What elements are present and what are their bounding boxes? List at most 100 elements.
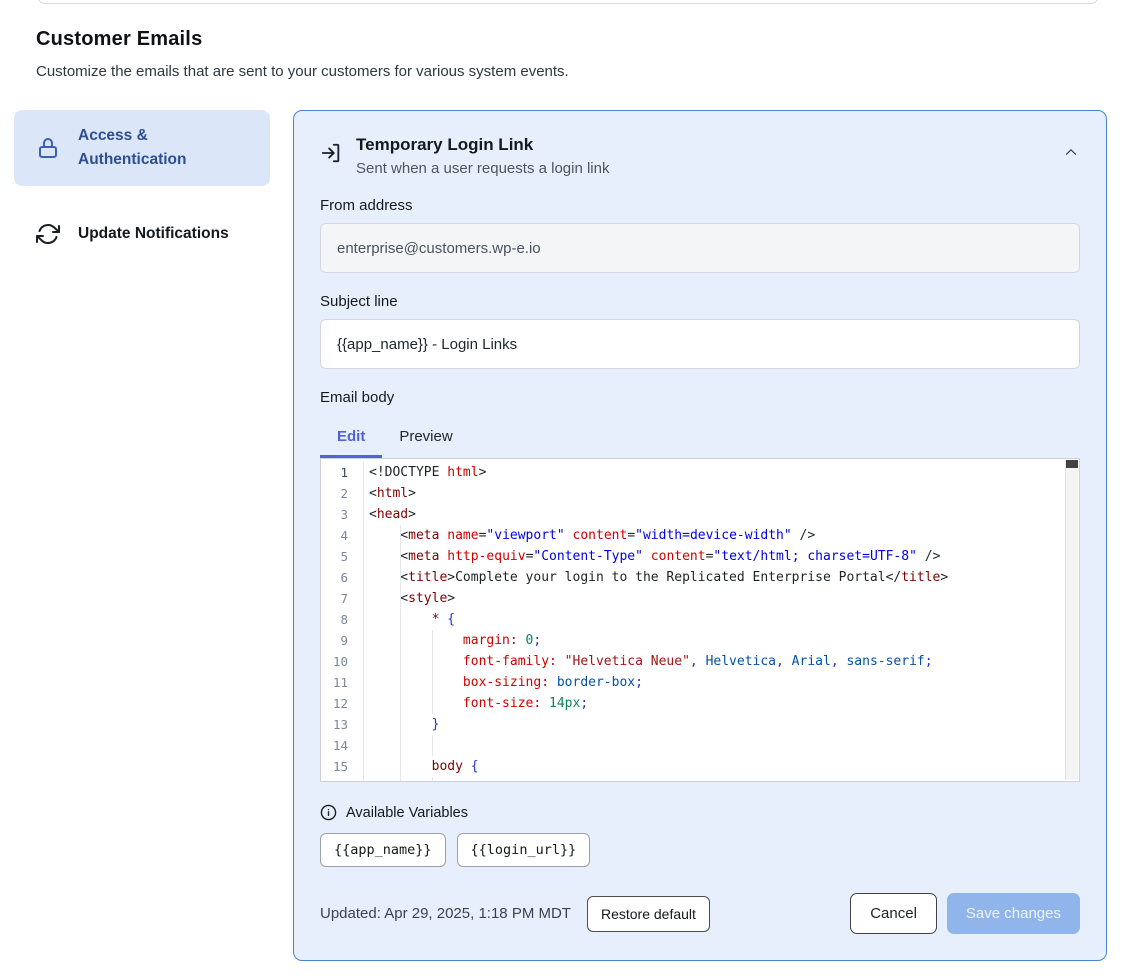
- variable-chips: {{app_name}} {{login_url}}: [320, 833, 1080, 867]
- line-number: 9: [321, 630, 348, 651]
- cancel-button[interactable]: Cancel: [850, 893, 937, 934]
- code-line[interactable]: 8 * {: [321, 609, 1079, 630]
- variable-chip[interactable]: {{app_name}}: [320, 833, 446, 867]
- code-line[interactable]: 10 font-family: "Helvetica Neue", Helvet…: [321, 651, 1079, 672]
- refresh-icon: [36, 222, 60, 246]
- page-header: Customer Emails Customize the emails tha…: [36, 28, 936, 80]
- line-number: 3: [321, 504, 348, 525]
- code-text: * {: [363, 609, 1079, 630]
- line-number: 6: [321, 567, 348, 588]
- line-number: 2: [321, 483, 348, 504]
- subject-line-field[interactable]: [320, 319, 1080, 369]
- card-header-text: Temporary Login Link Sent when a user re…: [356, 135, 609, 177]
- indent-guide: [400, 777, 401, 782]
- code-text: <title>Complete your login to the Replic…: [363, 567, 1079, 588]
- page-title: Customer Emails: [36, 28, 936, 51]
- code-line[interactable]: 6 <title>Complete your login to the Repl…: [321, 567, 1079, 588]
- indent-guide: [400, 714, 401, 735]
- code-text: font-family: "Helvetica Neue", Helvetica…: [363, 651, 1079, 672]
- indent-guide: [432, 672, 433, 693]
- indent-guide: [400, 756, 401, 777]
- scrollbar-thumb[interactable]: [1066, 460, 1078, 468]
- email-body-tabs: Edit Preview: [320, 418, 1080, 458]
- subject-line-label: Subject line: [320, 293, 1080, 310]
- indent-guide: [432, 651, 433, 672]
- line-number: 10: [321, 651, 348, 672]
- indent-guide: [432, 630, 433, 651]
- code-text: <meta name="viewport" content="width=dev…: [363, 525, 1079, 546]
- code-line[interactable]: 3 <head>: [321, 504, 1079, 525]
- indent-guide: [432, 735, 433, 756]
- card-header: Temporary Login Link Sent when a user re…: [320, 135, 1080, 177]
- tab-edit[interactable]: Edit: [320, 418, 382, 458]
- code-line[interactable]: 9 margin: 0;: [321, 630, 1079, 651]
- code-text: <style>: [363, 588, 1079, 609]
- indent-guide: [432, 777, 433, 782]
- code-text: box-sizing: border-box;: [363, 672, 1079, 693]
- code-line[interactable]: 5 <meta http-equiv="Content-Type" conten…: [321, 546, 1079, 567]
- sidebar-item-label: Update Notifications: [78, 222, 229, 246]
- info-icon: [320, 804, 337, 821]
- previous-card-bottom-edge: [36, 0, 1100, 4]
- line-number: 16: [321, 777, 348, 782]
- indent-guide: [400, 546, 401, 567]
- code-text: <html>: [363, 483, 1079, 504]
- sidebar-item-label: Access & Authentication: [78, 124, 218, 172]
- code-line[interactable]: 14: [321, 735, 1079, 756]
- sidebar: Access & Authentication Update Notificat…: [14, 110, 270, 260]
- line-number: 11: [321, 672, 348, 693]
- code-line[interactable]: 11 box-sizing: border-box;: [321, 672, 1079, 693]
- line-number: 13: [321, 714, 348, 735]
- code-line[interactable]: 7 <style>: [321, 588, 1079, 609]
- code-line[interactable]: 2 <html>: [321, 483, 1079, 504]
- indent-guide: [400, 651, 401, 672]
- line-number: 8: [321, 609, 348, 630]
- code-line[interactable]: 1<!DOCTYPE html>: [321, 462, 1079, 483]
- sidebar-item-update-notifications[interactable]: Update Notifications: [14, 208, 270, 260]
- card-subtitle: Sent when a user requests a login link: [356, 160, 609, 177]
- from-address-label: From address: [320, 197, 1080, 214]
- save-changes-button[interactable]: Save changes: [947, 893, 1080, 934]
- code-line[interactable]: 16 background-color: #ffffff;: [321, 777, 1079, 782]
- code-line[interactable]: 4 <meta name="viewport" content="width=d…: [321, 525, 1079, 546]
- code-text: background-color: #ffffff;: [363, 777, 1079, 782]
- indent-guide: [400, 693, 401, 714]
- variable-chip[interactable]: {{login_url}}: [457, 833, 591, 867]
- lock-icon: [36, 136, 60, 160]
- indent-guide: [400, 609, 401, 630]
- indent-guide: [400, 735, 401, 756]
- restore-default-button[interactable]: Restore default: [587, 896, 710, 932]
- code-line[interactable]: 15 body {: [321, 756, 1079, 777]
- page-subtitle: Customize the emails that are sent to yo…: [36, 63, 936, 80]
- indent-guide: [400, 567, 401, 588]
- from-address-field[interactable]: [320, 223, 1080, 273]
- line-number: 15: [321, 756, 348, 777]
- code-line[interactable]: 12 font-size: 14px;: [321, 693, 1079, 714]
- code-text: margin: 0;: [363, 630, 1079, 651]
- indent-guide: [400, 525, 401, 546]
- indent-guide: [400, 630, 401, 651]
- indent-guide: [400, 672, 401, 693]
- code-text: <head>: [363, 504, 1079, 525]
- collapse-button[interactable]: [1062, 143, 1080, 161]
- code-line[interactable]: 13 }: [321, 714, 1079, 735]
- indent-guide: [400, 588, 401, 609]
- content-layout: Access & Authentication Update Notificat…: [14, 110, 1107, 961]
- sidebar-item-access-authentication[interactable]: Access & Authentication: [14, 110, 270, 186]
- code-editor[interactable]: 1<!DOCTYPE html>2 <html> 3 <head>4 <meta na…: [320, 458, 1080, 782]
- indent-guide: [432, 693, 433, 714]
- code-text: font-size: 14px;: [363, 693, 1079, 714]
- card-title: Temporary Login Link: [356, 135, 609, 155]
- line-number: 7: [321, 588, 348, 609]
- editor-scrollbar[interactable]: [1065, 460, 1078, 780]
- code-text: body {: [363, 756, 1079, 777]
- code-text: }: [363, 714, 1079, 735]
- line-number: 14: [321, 735, 348, 756]
- tab-preview[interactable]: Preview: [382, 418, 469, 458]
- available-variables-header: Available Variables: [320, 804, 1080, 821]
- code-text: [363, 735, 1079, 756]
- line-number: 12: [321, 693, 348, 714]
- temporary-login-link-card: Temporary Login Link Sent when a user re…: [293, 110, 1107, 961]
- updated-timestamp: Updated: Apr 29, 2025, 1:18 PM MDT: [320, 905, 571, 922]
- line-number: 1: [321, 462, 348, 483]
